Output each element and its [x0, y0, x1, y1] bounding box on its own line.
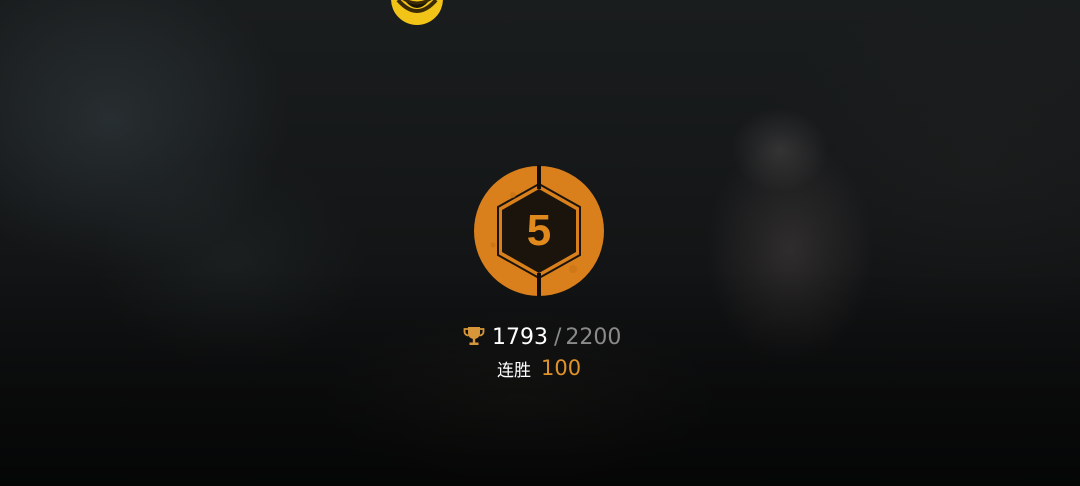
- rank-score: 1793 / 2200: [462, 322, 621, 352]
- yellow-emblem-icon: [388, 0, 446, 28]
- win-streak-value: 100: [541, 356, 582, 380]
- rank-badge: 5: [473, 165, 605, 297]
- trophy-icon: [463, 327, 485, 345]
- win-streak-label: 连胜: [497, 360, 531, 381]
- score-separator: /: [554, 324, 562, 350]
- rank-level-number: 5: [526, 206, 552, 255]
- score-max: 2200: [565, 324, 622, 350]
- score-current: 1793: [492, 324, 548, 350]
- win-streak: 连胜 100: [497, 354, 581, 382]
